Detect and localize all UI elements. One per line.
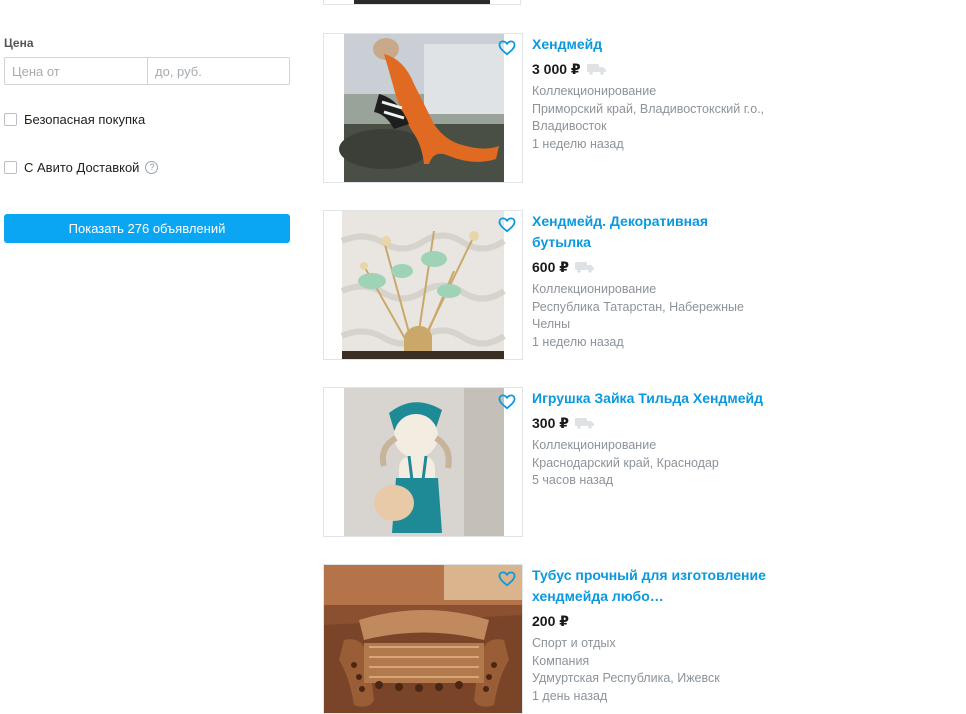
listing-location-city: Владивосток <box>532 119 607 133</box>
listing-photo-image <box>324 388 522 536</box>
listing-photo-image <box>324 211 522 359</box>
listing-category: Спорт и отдых <box>532 636 616 650</box>
listing-photo[interactable] <box>323 387 523 537</box>
price-range <box>4 57 290 85</box>
show-results-button[interactable]: Показать 276 объявлений <box>4 214 290 243</box>
heart-outline-icon[interactable] <box>498 394 516 410</box>
listing-location-city: Челны <box>532 317 571 331</box>
listing-location: Республика Татарстан, Набережные <box>532 299 744 314</box>
delivery-truck-icon <box>575 262 594 273</box>
heart-outline-icon[interactable] <box>498 571 516 587</box>
listing-card: Игрушка Зайка Тильда Хендмейд 300 ₽ Колл… <box>323 387 843 537</box>
delivery-truck-icon <box>575 418 594 429</box>
listing-date: 5 часов назад <box>532 473 614 487</box>
price-to-input[interactable] <box>148 57 290 85</box>
heart-outline-icon[interactable] <box>498 40 516 56</box>
listing-category: Коллекционирование <box>532 438 657 452</box>
listing-photo-image <box>324 34 522 182</box>
listing-title-link[interactable]: Игрушка Зайка Тильда Хендмейд <box>532 388 832 409</box>
price-from-input[interactable] <box>4 57 148 85</box>
listing-seller-type: Компания <box>532 653 590 668</box>
heart-outline-icon[interactable] <box>498 217 516 233</box>
listing-price: 3 000 ₽ <box>532 60 581 77</box>
listing-title-link[interactable]: Хендмейд <box>532 34 832 55</box>
avito-delivery-option[interactable]: С Авито Доставкой ? <box>4 158 159 176</box>
listing-price: 300 ₽ <box>532 414 569 431</box>
listing-photo[interactable] <box>323 33 523 183</box>
question-circle-icon[interactable]: ? <box>145 160 159 174</box>
listing-card: Тубус прочный для изготовление хендмейда… <box>323 564 843 714</box>
listing-price: 600 ₽ <box>532 258 569 275</box>
listing-category: Коллекционирование <box>532 282 657 296</box>
listing-location: Удмуртская Республика, Ижевск <box>532 671 720 685</box>
listing-card: Хендмейд. Декоративная бутылка 600 ₽ Кол… <box>323 210 843 360</box>
delivery-truck-icon <box>586 64 606 75</box>
safe-purchase-label: Безопасная покупка <box>24 111 146 127</box>
avito-delivery-checkbox[interactable] <box>4 160 17 174</box>
avito-delivery-label: С Авито Доставкой <box>24 159 140 175</box>
listing-date: 1 неделю назад <box>532 136 624 151</box>
listing-card: Хендмейд 3 000 ₽ Коллекционирование Прим… <box>323 33 843 183</box>
listing-photo[interactable] <box>323 210 523 360</box>
listing-location: Приморский край, Владивостокский г.о., <box>532 101 765 116</box>
listing-title-link[interactable]: Тубус прочный для изготовление хендмейда… <box>532 565 787 607</box>
listing-date: 1 день назад <box>532 688 608 703</box>
listing-price: 200 ₽ <box>532 612 569 629</box>
price-filter-label: Цена <box>4 36 34 50</box>
listing-category: Коллекционирование <box>532 84 657 98</box>
listing-photo[interactable] <box>323 564 523 714</box>
safe-purchase-checkbox[interactable] <box>4 112 17 126</box>
listing-photo-image <box>324 565 522 713</box>
listing-date: 1 неделю назад <box>532 334 624 349</box>
listing-location: Краснодарский край, Краснодар <box>532 455 719 470</box>
previous-listing-photo[interactable] <box>323 0 521 5</box>
safe-purchase-option[interactable]: Безопасная покупка <box>4 110 145 128</box>
listing-title-link[interactable]: Хендмейд. Декоративная бутылка <box>532 211 732 253</box>
